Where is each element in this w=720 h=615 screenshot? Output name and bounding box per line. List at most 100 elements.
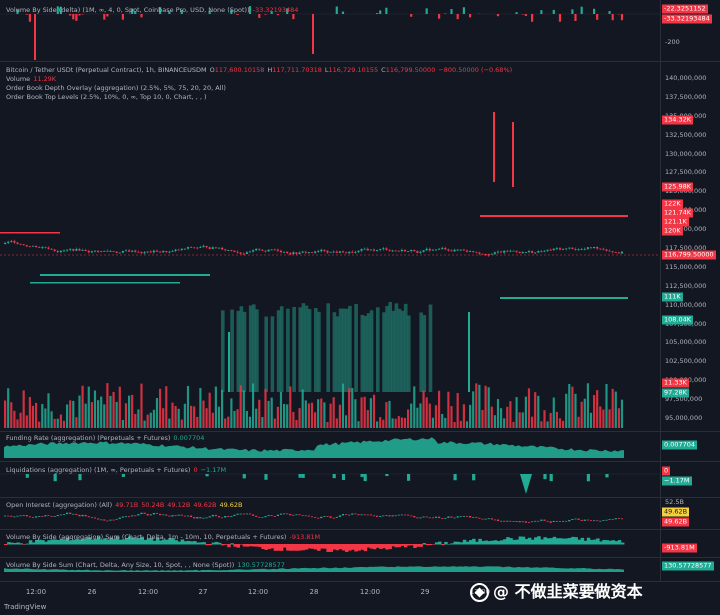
price-tick: 115,000,000 xyxy=(665,262,707,271)
oi-candle xyxy=(552,520,555,522)
volume-bar xyxy=(112,391,115,428)
candle-body xyxy=(109,251,112,252)
volume-bar xyxy=(75,417,78,428)
oi-value-5: 49.62B xyxy=(219,501,243,509)
vbs-agg-bar xyxy=(7,542,11,545)
pane-volume-by-side-delta[interactable]: Volume By Side (delta) (1M, ∞, 4, 0, Spo… xyxy=(0,0,720,62)
candle-body xyxy=(252,250,255,252)
funding-plot[interactable]: Funding Rate (aggregation) (Perpetuals +… xyxy=(0,432,660,461)
vbs-delta-tag-2: -33.32193484 xyxy=(662,14,712,24)
main-legend-symbol[interactable]: Bitcoin / Tether USDt (Perpetual Contrac… xyxy=(6,66,515,75)
oi-candle xyxy=(149,514,152,516)
vbs-agg-bar xyxy=(264,544,268,550)
vbs-agg-bar xyxy=(292,544,296,551)
liq-bar xyxy=(298,474,302,478)
candle-body xyxy=(385,248,388,250)
volume-bar xyxy=(10,402,13,428)
candle-body xyxy=(512,250,515,252)
vbs-agg-bar xyxy=(605,540,609,545)
oi-candle xyxy=(369,514,372,516)
bid-depth-bar xyxy=(270,316,275,392)
oi-candle xyxy=(345,513,348,515)
vbs-delta-bar xyxy=(462,7,465,14)
oi-candle xyxy=(459,516,462,518)
volume-bar xyxy=(59,414,62,428)
pane-vbs-agg[interactable]: Volume By Side (aggregation) Sum (Chart,… xyxy=(0,530,720,558)
volume-bar xyxy=(391,418,394,428)
volume-bar xyxy=(407,409,410,428)
candle-body xyxy=(242,253,245,255)
main-legend-toplevels[interactable]: Order Book Top Levels (2.5%, 10%, 0, ∞, … xyxy=(6,93,210,102)
main-plot[interactable]: Bitcoin / Tether USDt (Perpetual Contrac… xyxy=(0,62,660,431)
liq-bar xyxy=(549,474,553,482)
candle-body xyxy=(326,250,329,253)
volume-bar xyxy=(397,416,400,428)
liq-axis[interactable]: 0 −1.17M xyxy=(660,462,720,497)
vbs-sum-axis[interactable]: 130.57728577 xyxy=(660,558,720,581)
volume-bar xyxy=(155,398,159,428)
bid-depth-bar xyxy=(298,307,303,392)
pane-funding-rate[interactable]: Funding Rate (aggregation) (Perpetuals +… xyxy=(0,432,720,462)
liq-bar xyxy=(264,474,268,480)
oi-candle xyxy=(500,520,503,522)
oi-plot[interactable]: Open Interest (aggregation) (All) 49.71B 5… xyxy=(0,498,660,529)
main-legend-depth[interactable]: Order Book Depth Overlay (aggregation) (… xyxy=(6,84,229,93)
pane-main-price[interactable]: Bitcoin / Tether USDt (Perpetual Contrac… xyxy=(0,62,720,432)
liq-plot[interactable]: Liquidations (aggregation) (1M, ∞, Perpe… xyxy=(0,462,660,497)
oi-candle xyxy=(248,513,252,515)
liq-bar xyxy=(385,474,389,477)
main-legend-volume[interactable]: Volume 11.29K xyxy=(6,75,59,84)
vbs-delta-bar xyxy=(425,8,428,14)
bid-depth-bar xyxy=(403,303,408,392)
price-axis[interactable]: 140,000,000137,500,000135,000,000132,500… xyxy=(660,62,720,431)
vbs-agg-bar xyxy=(255,544,259,547)
oi-legend[interactable]: Open Interest (aggregation) (All) 49.71B 5… xyxy=(6,501,246,510)
candle-body xyxy=(503,250,506,253)
vbs-agg-bar xyxy=(589,539,594,545)
oi-candle xyxy=(577,518,580,520)
candle-body xyxy=(100,251,103,253)
vbs-delta-bar xyxy=(469,14,472,18)
vbs-sum-legend[interactable]: Volume By Side Sum (Chart, Delta, Any Si… xyxy=(6,561,288,570)
oi-candle xyxy=(25,515,28,517)
vbs-agg-bar xyxy=(484,540,488,545)
candle-body xyxy=(295,252,298,254)
candle-body xyxy=(360,249,363,251)
bid-depth-bar xyxy=(279,306,284,392)
candle-body xyxy=(78,249,81,251)
bid-depth-bar xyxy=(252,304,256,392)
candle-body xyxy=(199,247,202,248)
vbs-agg-bar xyxy=(403,544,408,548)
vbs-delta-axis[interactable]: -22.3251152 -33.32193484 -200 xyxy=(660,0,720,61)
vbs-agg-bar xyxy=(31,542,36,545)
bid-depth-bar xyxy=(345,308,349,392)
vbs-agg-legend[interactable]: Volume By Side (aggregation) Sum (Chart,… xyxy=(6,533,323,542)
oi-axis[interactable]: 52.5B 49.62B 49.62B xyxy=(660,498,720,529)
volume-bar xyxy=(146,414,149,428)
funding-axis[interactable]: 0.007704 xyxy=(660,432,720,461)
vbs-agg-bar xyxy=(329,544,333,552)
liq-legend[interactable]: Liquidations (aggregation) (1M, ∞, Perpe… xyxy=(6,466,229,475)
oi-candle xyxy=(379,515,382,517)
vbs-agg-bar xyxy=(549,538,554,545)
vbs-agg-plot[interactable]: Volume By Side (aggregation) Sum (Chart,… xyxy=(0,530,660,557)
vbs-agg-bar xyxy=(317,544,321,551)
volume-bar xyxy=(273,418,276,428)
oi-candle xyxy=(59,514,62,516)
oi-candle xyxy=(376,515,379,517)
vbs-agg-axis[interactable]: -913.81M xyxy=(660,530,720,557)
candle-body xyxy=(38,246,41,248)
volume-bar xyxy=(341,383,345,428)
volume-bar xyxy=(326,421,329,428)
vbs-delta-legend[interactable]: Volume By Side (delta) (1M, ∞, 4, 0, Spo… xyxy=(6,6,301,15)
oi-candle xyxy=(431,517,434,519)
vbs-delta-plot[interactable]: Volume By Side (delta) (1M, ∞, 4, 0, Spo… xyxy=(0,0,660,61)
candle-body xyxy=(159,251,162,253)
pane-open-interest[interactable]: Open Interest (aggregation) (All) 49.71B 5… xyxy=(0,498,720,530)
pane-liquidations[interactable]: Liquidations (aggregation) (1M, ∞, Perpe… xyxy=(0,462,720,498)
vbs-agg-bar xyxy=(289,544,293,551)
funding-legend[interactable]: Funding Rate (aggregation) (Perpetuals +… xyxy=(6,434,207,443)
bid-depth-bar xyxy=(239,306,244,392)
vbs-delta-bar xyxy=(28,14,31,22)
tradingview-logo[interactable]: TradingView xyxy=(4,603,46,611)
